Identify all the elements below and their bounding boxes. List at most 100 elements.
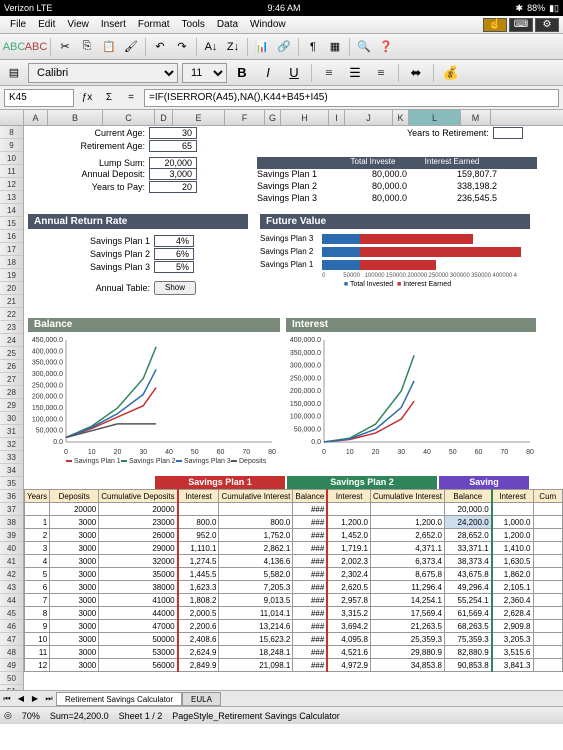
menu-window[interactable]: Window [244, 19, 292, 30]
hyperlink-icon[interactable]: 🔗 [274, 37, 294, 57]
menu-file[interactable]: File [4, 19, 32, 30]
current-age-input[interactable]: 30 [149, 127, 197, 139]
svg-text:150,000.0: 150,000.0 [32, 405, 63, 412]
spellcheck-red-icon[interactable]: ABC [26, 37, 46, 57]
italic-button[interactable]: I [257, 63, 279, 83]
svg-text:30: 30 [139, 449, 147, 456]
plan2-table-header: Savings Plan 2 [287, 476, 437, 489]
col-E[interactable]: E [173, 110, 225, 125]
annual-deposit-input[interactable]: 3,000 [149, 168, 197, 180]
col-L[interactable]: L [409, 110, 461, 125]
current-age-label: Current Age: [24, 128, 149, 138]
cut-icon[interactable]: ✂ [55, 37, 75, 57]
zoom-icon[interactable]: 🔍 [354, 37, 374, 57]
svg-text:50,000.0: 50,000.0 [36, 428, 63, 435]
grid-icon[interactable]: ▦ [325, 37, 345, 57]
menu-tools[interactable]: Tools [176, 19, 211, 30]
retirement-age-input[interactable]: 65 [149, 140, 197, 152]
svg-text:300,000.0: 300,000.0 [290, 363, 321, 370]
equals-icon[interactable]: = [122, 89, 140, 107]
show-table-button[interactable]: Show [154, 281, 196, 295]
tab-prev-icon[interactable]: ◀ [14, 694, 28, 703]
annual-table-label: Annual Table: [54, 283, 154, 293]
svg-text:10: 10 [88, 449, 96, 456]
tab-last-icon[interactable]: ⏭ [42, 694, 56, 704]
underline-button[interactable]: U [283, 63, 305, 83]
col-A[interactable]: A [24, 110, 48, 125]
col-G[interactable]: G [265, 110, 281, 125]
spreadsheet-area: A B C D E F G H I J K L M 89101112131415… [0, 110, 563, 724]
col-B[interactable]: B [48, 110, 103, 125]
plan3-rate-input[interactable]: 5% [154, 261, 194, 273]
svg-text:200,000.0: 200,000.0 [32, 394, 63, 401]
sort-asc-icon[interactable]: A↓ [201, 37, 221, 57]
col-D[interactable]: D [155, 110, 173, 125]
formula-input[interactable] [144, 89, 559, 107]
chart-icon[interactable]: 📊 [252, 37, 272, 57]
format-paint-icon[interactable]: 🖌 [121, 37, 141, 57]
currency-icon[interactable]: 💰 [440, 63, 462, 83]
plan2-rate-input[interactable]: 6% [154, 248, 194, 260]
lump-sum-label: Lump Sum: [24, 158, 149, 168]
svg-text:10: 10 [346, 449, 354, 456]
font-name-select[interactable]: Calibri [28, 63, 178, 83]
menu-data[interactable]: Data [211, 19, 244, 30]
svg-text:70: 70 [500, 449, 508, 456]
svg-text:50: 50 [191, 449, 199, 456]
tab-next-icon[interactable]: ▶ [28, 694, 42, 703]
svg-text:70: 70 [242, 449, 250, 456]
undo-icon[interactable]: ↶ [150, 37, 170, 57]
pointer-icon[interactable]: ☝ [483, 18, 507, 32]
formula-bar: ƒx Σ = [0, 86, 563, 110]
col-J[interactable]: J [345, 110, 393, 125]
svg-text:350,000.0: 350,000.0 [32, 360, 63, 367]
merge-icon[interactable]: ⬌ [405, 63, 427, 83]
tab-calculator[interactable]: Retirement Savings Calculator [56, 692, 182, 706]
copy-icon[interactable]: ⎘ [77, 37, 97, 57]
annual-return-header: Annual Return Rate [28, 214, 248, 229]
col-I[interactable]: I [329, 110, 345, 125]
menu-insert[interactable]: Insert [95, 19, 132, 30]
status-sheet: Sheet 1 / 2 [119, 711, 163, 721]
align-left-icon[interactable]: ≡ [318, 63, 340, 83]
data-table[interactable]: YearsDepositsCumulative DepositsInterest… [24, 489, 563, 672]
svg-text:40: 40 [165, 449, 173, 456]
svg-text:250,000.0: 250,000.0 [290, 375, 321, 382]
interest-earned-header: Interest Earned [407, 157, 497, 169]
styles-icon[interactable]: ▤ [4, 63, 24, 83]
help-icon[interactable]: ❓ [376, 37, 396, 57]
paste-icon[interactable]: 📋 [99, 37, 119, 57]
menu-format[interactable]: Format [132, 19, 176, 30]
tab-first-icon[interactable]: ⏮ [0, 694, 14, 704]
menu-view[interactable]: View [61, 19, 95, 30]
spellcheck-icon[interactable]: ABC [4, 37, 24, 57]
svg-text:450,000.0: 450,000.0 [32, 337, 63, 344]
font-size-select[interactable]: 11 [182, 63, 227, 83]
menu-edit[interactable]: Edit [32, 19, 61, 30]
bold-button[interactable]: B [231, 63, 253, 83]
col-H[interactable]: H [281, 110, 329, 125]
cell-reference-input[interactable] [4, 89, 74, 107]
balance-chart-title: Balance [28, 318, 280, 332]
gear-icon[interactable]: ⚙ [535, 18, 559, 32]
tab-eula[interactable]: EULA [182, 692, 221, 706]
svg-text:20: 20 [372, 449, 380, 456]
align-center-icon[interactable]: ☰ [344, 63, 366, 83]
sort-desc-icon[interactable]: Z↓ [223, 37, 243, 57]
align-right-icon[interactable]: ≡ [370, 63, 392, 83]
sum-icon[interactable]: Σ [100, 89, 118, 107]
plan3-table-header: Saving [439, 476, 529, 489]
plan1-table-header: Savings Plan 1 [155, 476, 285, 489]
col-F[interactable]: F [225, 110, 265, 125]
col-M[interactable]: M [461, 110, 491, 125]
redo-icon[interactable]: ↷ [172, 37, 192, 57]
sheet-content[interactable]: Current Age:30 Years to Retirement: Reti… [24, 126, 563, 724]
years-to-retirement-label: Years to Retirement: [407, 128, 489, 138]
nonprint-icon[interactable]: ¶ [303, 37, 323, 57]
plan1-rate-input[interactable]: 4% [154, 235, 194, 247]
col-C[interactable]: C [103, 110, 155, 125]
col-K[interactable]: K [393, 110, 409, 125]
years-to-pay-input[interactable]: 20 [149, 181, 197, 193]
keyboard-icon[interactable]: ⌨ [509, 18, 533, 32]
function-wizard-icon[interactable]: ƒx [78, 89, 96, 107]
